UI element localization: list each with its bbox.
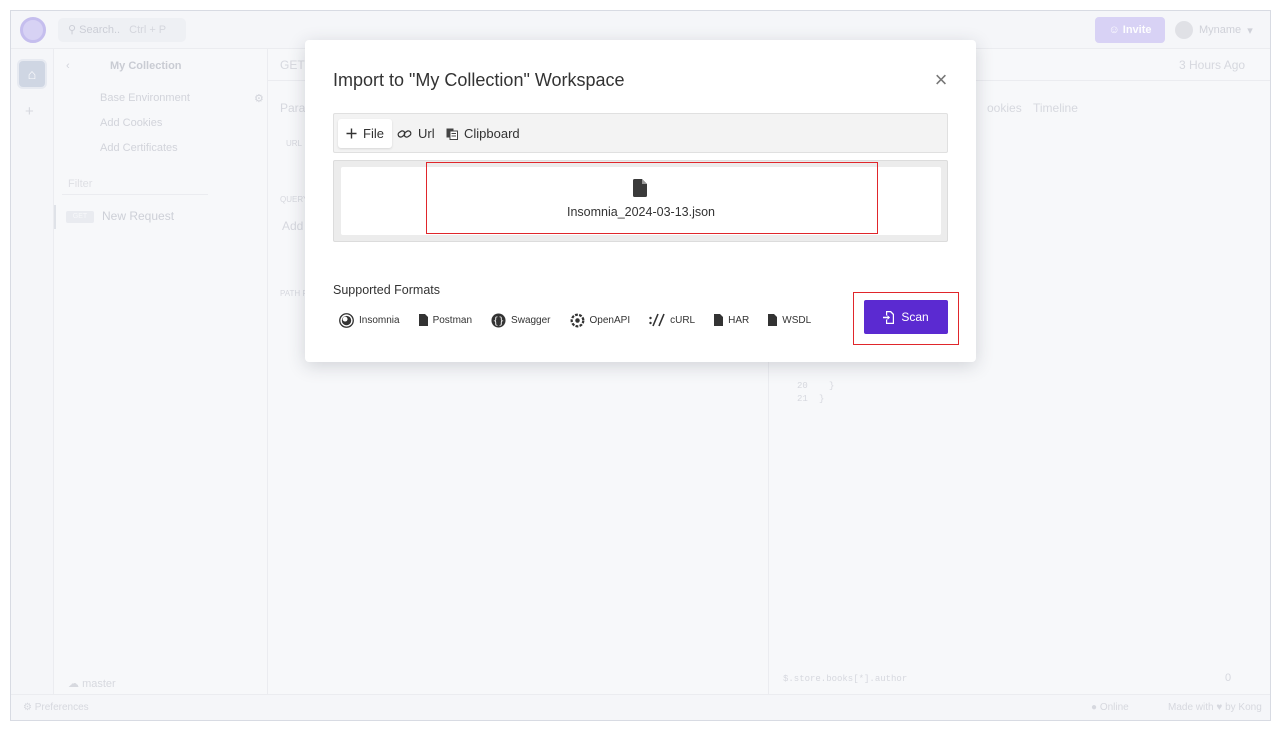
import-modal: Import to "My Collection" Workspace × Fi… [305, 40, 976, 362]
tab-clipboard[interactable]: Clipboard [438, 119, 528, 148]
format-label: OpenAPI [589, 314, 631, 326]
format-label: cURL [670, 314, 696, 326]
file-import-icon [883, 310, 895, 324]
supported-formats-list: Insomnia Postman {} Swagger OpenAPI cURL… [339, 311, 830, 329]
scan-button[interactable]: Scan [864, 300, 948, 334]
supported-formats-label: Supported Formats [333, 283, 440, 297]
import-source-tabs: File Url Clipboard [333, 113, 948, 153]
format-postman: Postman [418, 314, 473, 326]
format-curl: cURL [649, 313, 695, 327]
swagger-icon: {} [491, 312, 506, 328]
format-openapi: OpenAPI [570, 313, 631, 328]
format-swagger: {} Swagger [491, 312, 551, 328]
link-icon [397, 129, 412, 138]
selected-filename: Insomnia_2024-03-13.json [566, 205, 716, 219]
format-label: Postman [432, 314, 473, 326]
format-label: Insomnia [359, 314, 400, 326]
tab-url[interactable]: Url [389, 119, 443, 148]
clipboard-icon [446, 128, 458, 140]
curl-icon [649, 313, 665, 327]
file-icon [633, 179, 647, 197]
insomnia-icon [339, 312, 354, 328]
modal-title: Import to "My Collection" Workspace [333, 70, 625, 90]
plus-icon [346, 128, 357, 139]
file-icon [714, 314, 724, 326]
tab-url-label: Url [418, 126, 435, 141]
file-drop-area: Insomnia_2024-03-13.json [333, 160, 948, 242]
file-icon [418, 314, 428, 326]
format-har: HAR [714, 314, 749, 326]
format-label: HAR [728, 314, 750, 326]
file-drop-zone[interactable]: Insomnia_2024-03-13.json [341, 167, 941, 235]
tab-file[interactable]: File [338, 119, 392, 148]
tab-file-label: File [363, 126, 384, 141]
format-insomnia: Insomnia [339, 312, 400, 328]
format-label: Swagger [511, 314, 551, 326]
format-wsdl: WSDL [768, 314, 811, 326]
tab-clipboard-label: Clipboard [464, 126, 520, 141]
close-icon[interactable]: × [931, 68, 951, 92]
scan-label: Scan [901, 310, 929, 324]
format-label: WSDL [782, 314, 812, 326]
file-icon [768, 314, 778, 326]
svg-text:{}: {} [493, 315, 504, 326]
openapi-icon [570, 313, 584, 327]
